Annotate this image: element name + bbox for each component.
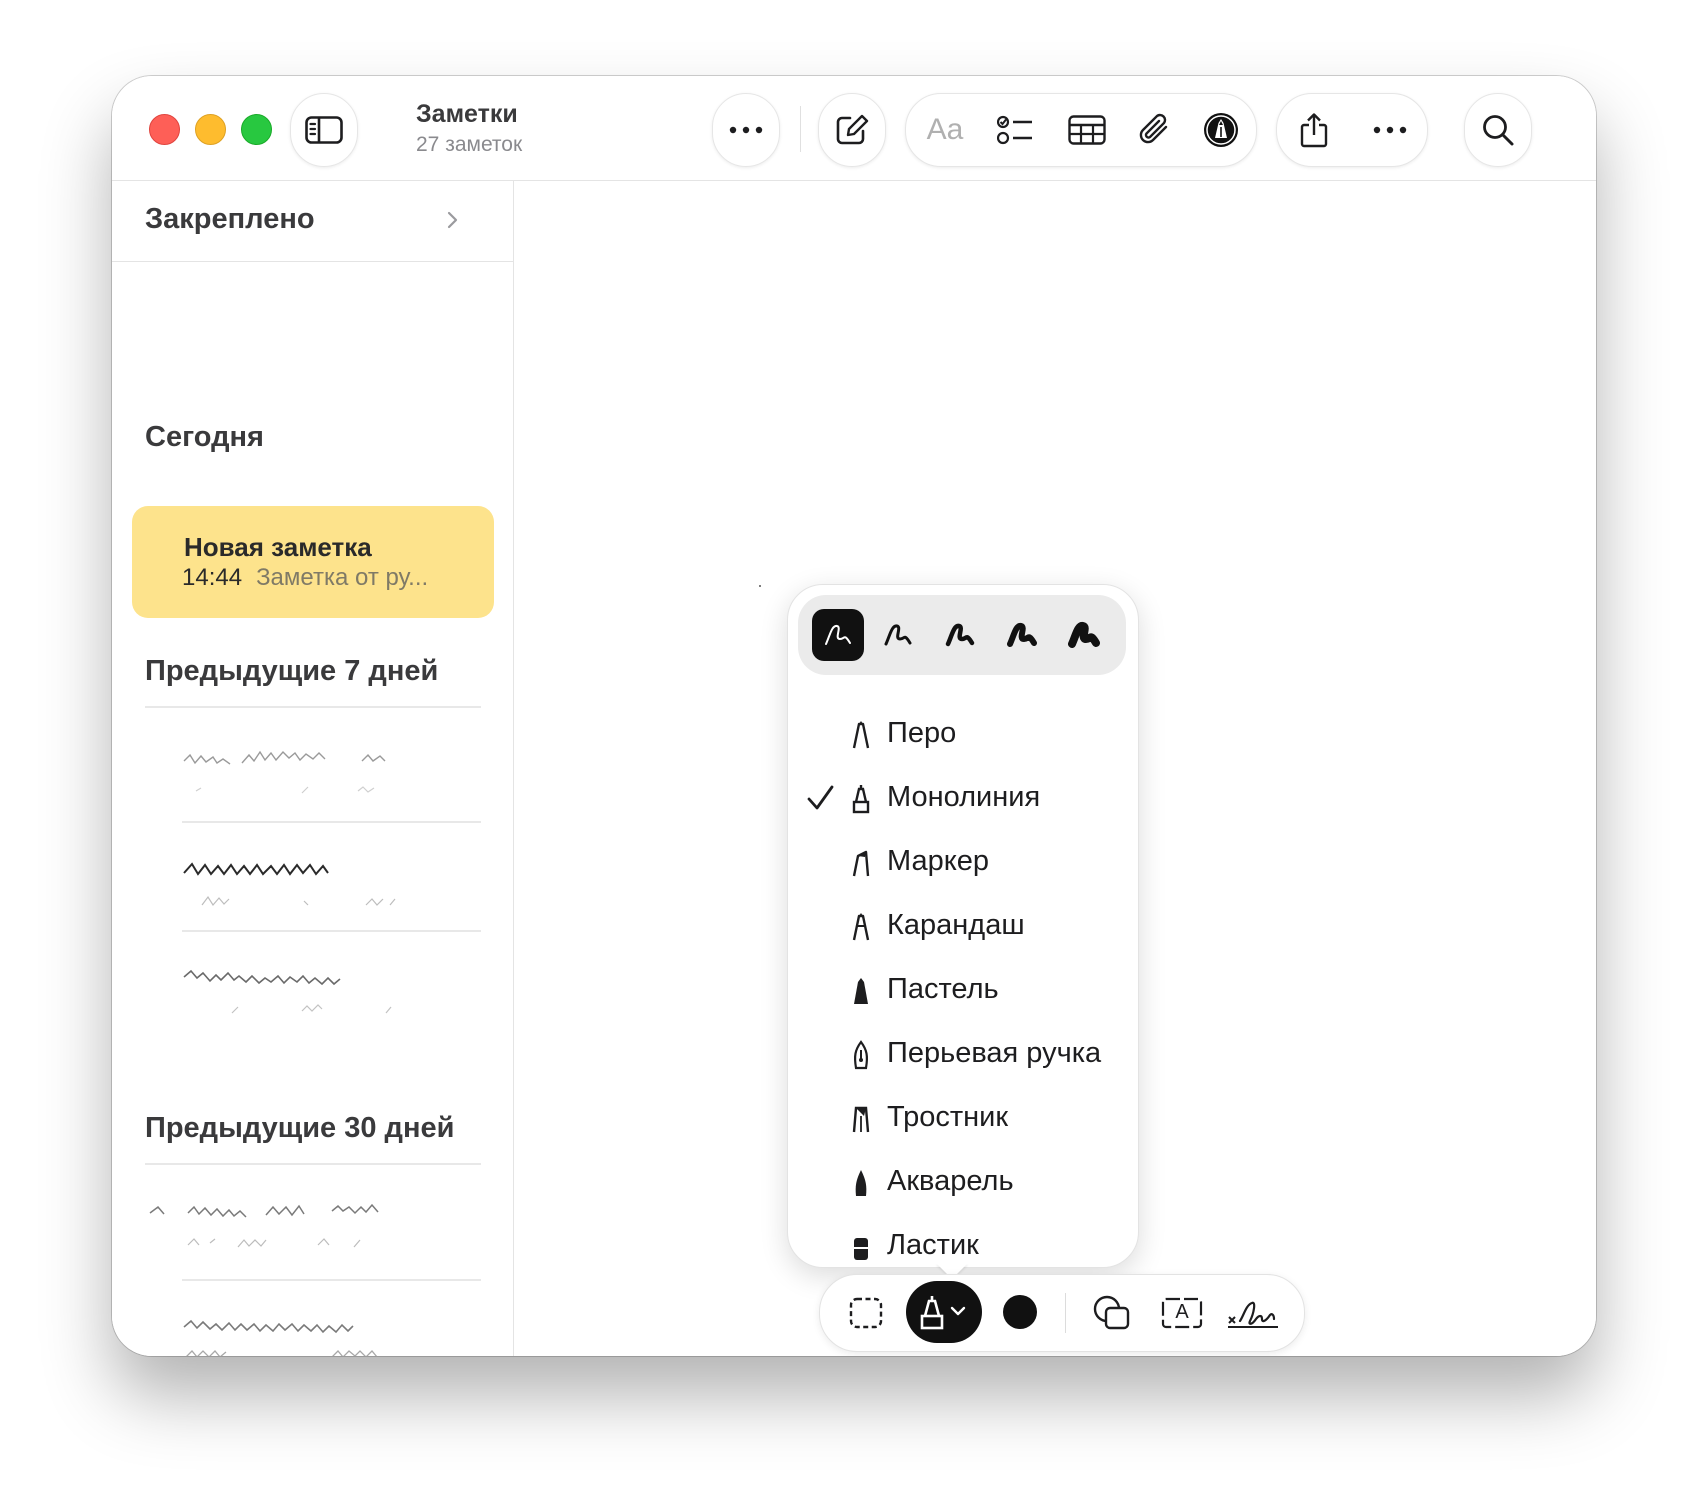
new-note-button[interactable] [818, 93, 886, 167]
menu-item-fountain-pen[interactable]: Перьевая ручка [788, 1022, 1138, 1086]
close-button[interactable] [149, 114, 180, 145]
section-today: Сегодня [145, 421, 264, 453]
redacted-note-row[interactable] [182, 955, 442, 1031]
toolbar-divider [1065, 1293, 1066, 1333]
signature-icon[interactable] [1220, 1275, 1286, 1351]
menu-label: Монолиния [887, 781, 1041, 813]
list-more-button[interactable] [712, 93, 780, 167]
share-more-group [1276, 93, 1428, 167]
menu-item-crayon[interactable]: Пастель [788, 958, 1138, 1022]
divider [182, 1279, 481, 1281]
menu-item-reed[interactable]: Тростник [788, 1086, 1138, 1150]
toolbar-divider [800, 106, 801, 152]
stroke-width-2[interactable] [872, 609, 924, 661]
menu-label: Пастель [887, 973, 999, 1005]
color-picker[interactable] [1003, 1295, 1037, 1329]
note-count: 27 заметок [416, 133, 523, 156]
search-icon [1465, 94, 1531, 166]
stroke-width-picker [798, 595, 1126, 675]
menu-item-pencil[interactable]: Карандаш [788, 894, 1138, 958]
stroke-width-3[interactable] [934, 609, 986, 661]
shapes-icon[interactable] [1086, 1275, 1138, 1351]
attachment-icon[interactable] [1122, 94, 1188, 166]
menu-label: Тростник [887, 1101, 1009, 1133]
menu-item-eraser[interactable]: Ластик [788, 1214, 1138, 1278]
monoline-tool-button[interactable] [906, 1281, 982, 1343]
notes-window: Заметки 27 заметок Aa Закреплено Сегодня… [112, 76, 1596, 1356]
ink-dot [759, 585, 761, 587]
divider [145, 706, 481, 708]
pen-icon [850, 720, 872, 755]
minimize-button[interactable] [195, 114, 226, 145]
reed-pen-icon [850, 1104, 872, 1139]
menu-label: Маркер [887, 845, 990, 877]
crayon-icon [850, 976, 872, 1011]
menu-label: Перьевая ручка [887, 1037, 1102, 1069]
marker-icon [850, 848, 872, 883]
compose-icon [819, 94, 885, 166]
selected-note-row[interactable]: Новая заметка 14:44 Заметка от ру... [132, 506, 494, 618]
fountain-pen-icon [850, 1040, 872, 1075]
window-title: Заметки [416, 100, 518, 128]
monoline-tool-icon [920, 1296, 966, 1330]
redacted-note-row[interactable] [182, 849, 442, 925]
pinned-label: Закреплено [145, 203, 315, 235]
more-icon [713, 94, 779, 166]
zoom-button[interactable] [241, 114, 272, 145]
text-box-icon[interactable]: A [1154, 1275, 1210, 1351]
sidebar-toggle-button[interactable] [290, 93, 358, 167]
pencil-icon [850, 912, 872, 947]
lasso-select-icon[interactable] [838, 1275, 894, 1351]
divider [145, 1163, 481, 1165]
checklist-icon[interactable] [982, 94, 1048, 166]
note-preview: Заметка от ру... [256, 564, 429, 591]
pen-tool-menu: Перо Монолиния Маркер Карандаш Пастель П… [787, 584, 1139, 1279]
pinned-section[interactable]: Закреплено [112, 181, 513, 262]
share-icon[interactable] [1283, 94, 1345, 166]
divider [182, 930, 481, 932]
more-icon[interactable] [1359, 94, 1421, 166]
stroke-width-4[interactable] [996, 609, 1048, 661]
menu-item-watercolor[interactable]: Акварель [788, 1150, 1138, 1214]
divider [182, 821, 481, 823]
checkmark-icon [806, 784, 834, 817]
sidebar-toggle-icon [291, 94, 357, 166]
watercolor-icon [850, 1168, 872, 1203]
eraser-icon [850, 1232, 872, 1267]
stroke-width-5[interactable] [1058, 609, 1110, 661]
notes-sidebar: Закреплено Сегодня Новая заметка 14:44 За… [112, 181, 514, 1356]
drawing-toolbar: A [819, 1274, 1305, 1352]
text-box-glyph: A [1175, 1301, 1189, 1323]
text-format-button[interactable]: Aa [914, 94, 976, 166]
monoline-icon [850, 784, 872, 819]
redacted-note-row[interactable] [182, 739, 442, 815]
section-previous-7-days: Предыдущие 7 дней [145, 655, 439, 687]
menu-label: Карандаш [887, 909, 1025, 941]
note-title: Новая заметка [184, 532, 372, 562]
menu-label: Перо [887, 717, 957, 749]
table-icon[interactable] [1054, 94, 1120, 166]
menu-item-pen[interactable]: Перо [788, 702, 1138, 766]
menu-label: Акварель [887, 1165, 1014, 1197]
stroke-width-1[interactable] [812, 609, 864, 661]
redacted-note-row[interactable] [148, 1191, 444, 1267]
chevron-right-icon [446, 211, 458, 234]
menu-label: Ластик [887, 1229, 979, 1261]
menu-item-monoline[interactable]: Монолиния [788, 766, 1138, 830]
search-button[interactable] [1464, 93, 1532, 167]
markup-icon[interactable] [1188, 94, 1254, 166]
title-bar: Заметки 27 заметок Aa [112, 76, 1596, 181]
redacted-note-row[interactable] [182, 1305, 442, 1356]
note-time: 14:44 [182, 564, 243, 591]
note-meta: 14:44 Заметка от ру... [182, 564, 428, 592]
section-previous-30-days: Предыдущие 30 дней [145, 1112, 455, 1144]
menu-item-marker[interactable]: Маркер [788, 830, 1138, 894]
format-tool-group: Aa [905, 93, 1257, 167]
